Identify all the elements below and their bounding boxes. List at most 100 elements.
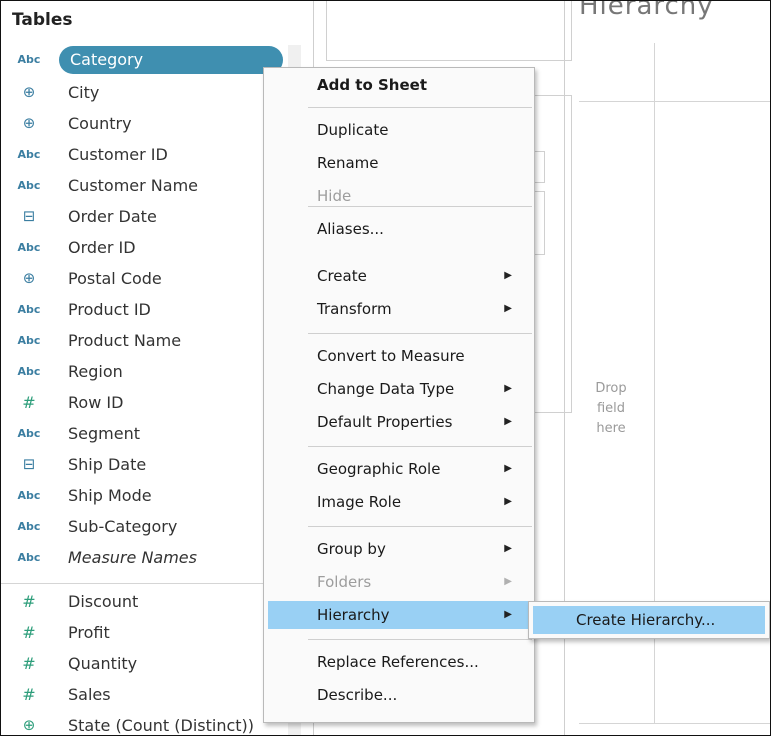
menu-item-change-data-type[interactable]: Change Data Type ▶ <box>308 375 532 403</box>
field-label: Customer Name <box>68 176 199 195</box>
field-label: Measure Names <box>68 548 197 567</box>
tableau-window: Tables Abc Category ⊕ City ⊕ Country Abc Custom… <box>0 0 771 736</box>
submenu-arrow-icon: ▶ <box>504 543 512 554</box>
menu-item-create[interactable]: Create ▶ <box>308 262 532 290</box>
field-measure-names[interactable]: Abc Measure Names <box>1 542 301 573</box>
menu-item-label: Hide <box>317 187 352 205</box>
pages-card <box>326 1 572 61</box>
number-type-icon: # <box>22 393 36 412</box>
field-category[interactable]: Abc Category <box>1 46 301 77</box>
field-postal-code[interactable]: ⊕ Postal Code <box>1 263 301 294</box>
field-label: State (Count (Distinct)) <box>68 716 255 735</box>
field-label: Sub-Category <box>68 517 178 536</box>
menu-separator <box>308 446 532 447</box>
menu-item-image-role[interactable]: Image Role ▶ <box>308 488 532 516</box>
calendar-icon: ⊟ <box>22 207 36 225</box>
field-label: Order ID <box>68 238 136 257</box>
field-label: Profit <box>68 623 110 642</box>
menu-item-transform[interactable]: Transform ▶ <box>308 295 532 323</box>
globe-icon: ⊕ <box>22 269 36 287</box>
menu-item-duplicate[interactable]: Duplicate <box>308 116 532 144</box>
menu-item-label: Change Data Type <box>317 380 455 398</box>
field-context-menu: Add to Sheet Duplicate Rename Hide Aliases..… <box>263 67 535 723</box>
menu-item-label: Replace References... <box>317 653 479 671</box>
submenu-arrow-icon: ▶ <box>504 416 512 427</box>
menu-item-convert-to-measure[interactable]: Convert to Measure <box>308 342 532 370</box>
string-type-icon: Abc <box>17 334 41 347</box>
menu-item-label: Geographic Role <box>317 460 441 478</box>
field-customer-id[interactable]: Abc Customer ID <box>1 139 301 170</box>
field-label: City <box>68 83 100 102</box>
menu-item-hide: Hide <box>308 182 532 210</box>
field-label: Quantity <box>68 654 138 673</box>
menu-separator <box>308 333 532 334</box>
field-sales[interactable]: # Sales <box>1 679 301 710</box>
field-order-date[interactable]: ⊟ Order Date <box>1 201 301 232</box>
field-label: Row ID <box>68 393 124 412</box>
field-label: Postal Code <box>68 269 162 288</box>
calendar-icon: ⊟ <box>22 455 36 473</box>
sheet-title: Hierarchy <box>579 0 714 21</box>
globe-icon: ⊕ <box>22 114 36 132</box>
field-customer-name[interactable]: Abc Customer Name <box>1 170 301 201</box>
string-type-icon: Abc <box>17 53 41 66</box>
menu-item-label: Aliases... <box>317 220 384 238</box>
menu-item-create-hierarchy[interactable]: Create Hierarchy... <box>533 606 765 634</box>
menu-item-label: Convert to Measure <box>317 347 465 365</box>
number-type-icon: # <box>22 623 36 642</box>
drop-field-hint[interactable]: Drop field here <box>581 379 641 439</box>
field-label: Ship Mode <box>68 486 152 505</box>
number-type-icon: # <box>22 685 36 704</box>
menu-item-replace-references[interactable]: Replace References... <box>308 648 532 676</box>
menu-item-hierarchy[interactable]: Hierarchy ▶ <box>268 601 532 629</box>
string-type-icon: Abc <box>17 551 41 564</box>
field-label: Customer ID <box>68 145 168 164</box>
submenu-arrow-icon: ▶ <box>504 270 512 281</box>
menu-item-group-by[interactable]: Group by ▶ <box>308 535 532 563</box>
field-order-id[interactable]: Abc Order ID <box>1 232 301 263</box>
field-label: Segment <box>68 424 140 443</box>
field-sub-category[interactable]: Abc Sub-Category <box>1 511 301 542</box>
field-label: Order Date <box>68 207 157 226</box>
menu-item-rename[interactable]: Rename <box>308 149 532 177</box>
menu-item-label: Default Properties <box>317 413 453 431</box>
field-segment[interactable]: Abc Segment <box>1 418 301 449</box>
menu-item-label: Create Hierarchy... <box>576 611 716 629</box>
number-type-icon: # <box>22 592 36 611</box>
field-row-id[interactable]: # Row ID <box>1 387 301 418</box>
menu-separator <box>308 526 532 527</box>
field-region[interactable]: Abc Region <box>1 356 301 387</box>
field-city[interactable]: ⊕ City <box>1 77 301 108</box>
menu-item-describe[interactable]: Describe... <box>308 681 532 709</box>
field-product-name[interactable]: Abc Product Name <box>1 325 301 356</box>
submenu-arrow-icon: ▶ <box>504 609 512 620</box>
menu-item-add-to-sheet[interactable]: Add to Sheet <box>308 71 532 99</box>
field-discount[interactable]: # Discount <box>1 586 301 617</box>
field-label: Sales <box>68 685 111 704</box>
menu-item-label: Create <box>317 267 367 285</box>
field-product-id[interactable]: Abc Product ID <box>1 294 301 325</box>
dimension-measure-divider <box>1 583 301 584</box>
field-label: Ship Date <box>68 455 147 474</box>
menu-item-label: Group by <box>317 540 386 558</box>
field-state-count-distinct[interactable]: ⊕ State (Count (Distinct)) <box>1 710 301 735</box>
menu-item-aliases[interactable]: Aliases... <box>308 215 532 243</box>
globe-icon: ⊕ <box>22 83 36 101</box>
field-ship-mode[interactable]: Abc Ship Mode <box>1 480 301 511</box>
field-label: Category <box>70 50 144 69</box>
menu-item-label: Hierarchy <box>317 606 390 624</box>
field-label: Product ID <box>68 300 151 319</box>
menu-item-label: Transform <box>317 300 392 318</box>
number-type-icon: # <box>22 654 36 673</box>
field-country[interactable]: ⊕ Country <box>1 108 301 139</box>
menu-item-label: Add to Sheet <box>317 76 428 94</box>
menu-item-default-properties[interactable]: Default Properties ▶ <box>308 408 532 436</box>
menu-item-geographic-role[interactable]: Geographic Role ▶ <box>308 455 532 483</box>
string-type-icon: Abc <box>17 148 41 161</box>
field-profit[interactable]: # Profit <box>1 617 301 648</box>
field-quantity[interactable]: # Quantity <box>1 648 301 679</box>
submenu-arrow-icon: ▶ <box>504 576 512 587</box>
submenu-arrow-icon: ▶ <box>504 496 512 507</box>
field-ship-date[interactable]: ⊟ Ship Date <box>1 449 301 480</box>
menu-separator <box>308 107 532 108</box>
